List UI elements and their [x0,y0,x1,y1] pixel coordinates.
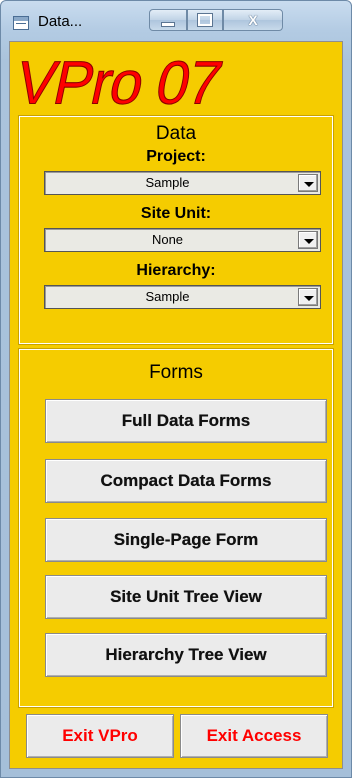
exit-access-button[interactable]: Exit Access [180,714,328,758]
window-title: Data... [38,13,83,30]
site-unit-value: None [151,232,184,247]
single-page-form-button[interactable]: Single-Page Form [45,518,327,562]
maximize-icon [198,14,212,26]
close-button[interactable]: X [223,9,283,31]
project-combo[interactable]: Sample [44,171,321,195]
compact-data-forms-button[interactable]: Compact Data Forms [45,459,327,503]
dropdown-arrow-icon[interactable] [298,174,318,192]
minimize-button[interactable] [149,9,187,31]
vpro-logo: VPro 07 [10,48,228,118]
data-panel: Data Project: Sample Site Unit: None Hie… [18,115,334,345]
project-label: Project: [146,148,206,165]
site-unit-tree-view-button[interactable]: Site Unit Tree View [45,575,327,619]
site-unit-label: Site Unit: [140,205,212,222]
maximize-button[interactable] [187,9,223,31]
form-body: VPro 07 Data Project: Sample Site Unit: … [9,41,343,769]
exit-vpro-button[interactable]: Exit VPro [26,714,174,758]
data-section-title: Data [155,123,197,144]
forms-panel: Forms Full Data Forms Compact Data Forms… [18,348,334,708]
app-window: Data... X VPro 07 Data Project: Sample S… [0,0,352,778]
form-icon[interactable] [13,16,29,30]
hierarchy-combo[interactable]: Sample [44,285,321,309]
dropdown-arrow-icon[interactable] [298,288,318,306]
hierarchy-value: Sample [145,289,190,304]
site-unit-combo[interactable]: None [44,228,321,252]
forms-section-title: Forms [149,362,203,383]
hierarchy-label: Hierarchy: [136,262,216,279]
minimize-icon [161,21,175,27]
full-data-forms-button[interactable]: Full Data Forms [45,399,327,443]
close-icon: X [248,12,258,28]
dropdown-arrow-icon[interactable] [298,231,318,249]
hierarchy-tree-view-button[interactable]: Hierarchy Tree View [45,633,327,677]
project-value: Sample [145,175,190,190]
title-bar[interactable]: Data... X [1,1,351,41]
